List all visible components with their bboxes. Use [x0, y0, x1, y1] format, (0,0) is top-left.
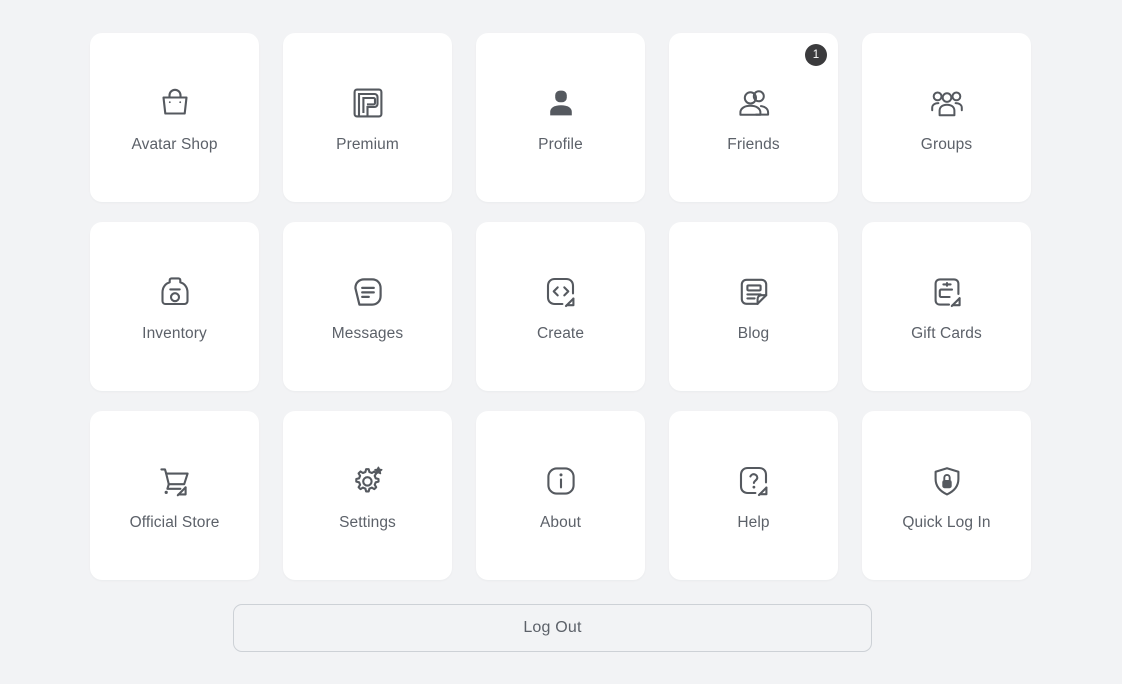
- menu-card-premium[interactable]: Premium: [283, 33, 452, 202]
- menu-card-label: Quick Log In: [902, 514, 991, 532]
- menu-card-label: Help: [737, 514, 770, 532]
- message-bubble-icon: [345, 269, 391, 315]
- menu-card-official-store[interactable]: Official Store: [90, 411, 259, 580]
- menu-card-messages[interactable]: Messages: [283, 222, 452, 391]
- menu-card-groups[interactable]: Groups: [862, 33, 1031, 202]
- backpack-icon: [152, 269, 198, 315]
- menu-card-settings[interactable]: Settings: [283, 411, 452, 580]
- menu-card-label: Avatar Shop: [131, 136, 218, 154]
- menu-card-quick-log-in[interactable]: Quick Log In: [862, 411, 1031, 580]
- menu-card-about[interactable]: About: [476, 411, 645, 580]
- menu-card-profile[interactable]: Profile: [476, 33, 645, 202]
- log-out-button[interactable]: Log Out: [233, 604, 872, 652]
- menu-card-label: Premium: [336, 136, 399, 154]
- menu-grid: Avatar Shop Premium Profile 1 Friends Groups I…: [90, 33, 1031, 580]
- two-people-icon: [731, 80, 777, 126]
- app-root: Avatar Shop Premium Profile 1 Friends Groups I…: [0, 0, 1122, 684]
- menu-card-label: Profile: [538, 136, 583, 154]
- menu-card-avatar-shop[interactable]: Avatar Shop: [90, 33, 259, 202]
- question-mark-arrow-icon: [731, 458, 777, 504]
- gear-sparkle-icon: [345, 458, 391, 504]
- menu-card-label: Blog: [737, 325, 770, 343]
- menu-card-gift-cards[interactable]: Gift Cards: [862, 222, 1031, 391]
- menu-card-friends[interactable]: 1 Friends: [669, 33, 838, 202]
- menu-card-label: Groups: [920, 136, 973, 154]
- menu-card-blog[interactable]: Blog: [669, 222, 838, 391]
- shield-lock-icon: [924, 458, 970, 504]
- menu-card-inventory[interactable]: Inventory: [90, 222, 259, 391]
- menu-card-label: About: [539, 514, 581, 532]
- three-people-icon: [924, 80, 970, 126]
- menu-card-create[interactable]: Create: [476, 222, 645, 391]
- menu-card-label: Messages: [331, 325, 404, 343]
- shopping-cart-arrow-icon: [152, 458, 198, 504]
- menu-card-label: Official Store: [129, 514, 220, 532]
- code-brackets-arrow-icon: [538, 269, 584, 315]
- menu-card-label: Inventory: [142, 325, 207, 343]
- menu-card-label: Create: [536, 325, 585, 343]
- menu-card-label: Settings: [339, 514, 396, 532]
- notification-badge: 1: [805, 44, 827, 66]
- menu-card-label: Gift Cards: [911, 325, 982, 343]
- gift-card-arrow-icon: [924, 269, 970, 315]
- document-folded-icon: [731, 269, 777, 315]
- shopping-bag-icon: [152, 80, 198, 126]
- person-filled-icon: [538, 80, 584, 126]
- menu-card-label: Friends: [727, 136, 780, 154]
- premium-spiral-icon: [345, 80, 391, 126]
- log-out-label: Log Out: [523, 619, 582, 636]
- menu-card-help[interactable]: Help: [669, 411, 838, 580]
- info-square-icon: [538, 458, 584, 504]
